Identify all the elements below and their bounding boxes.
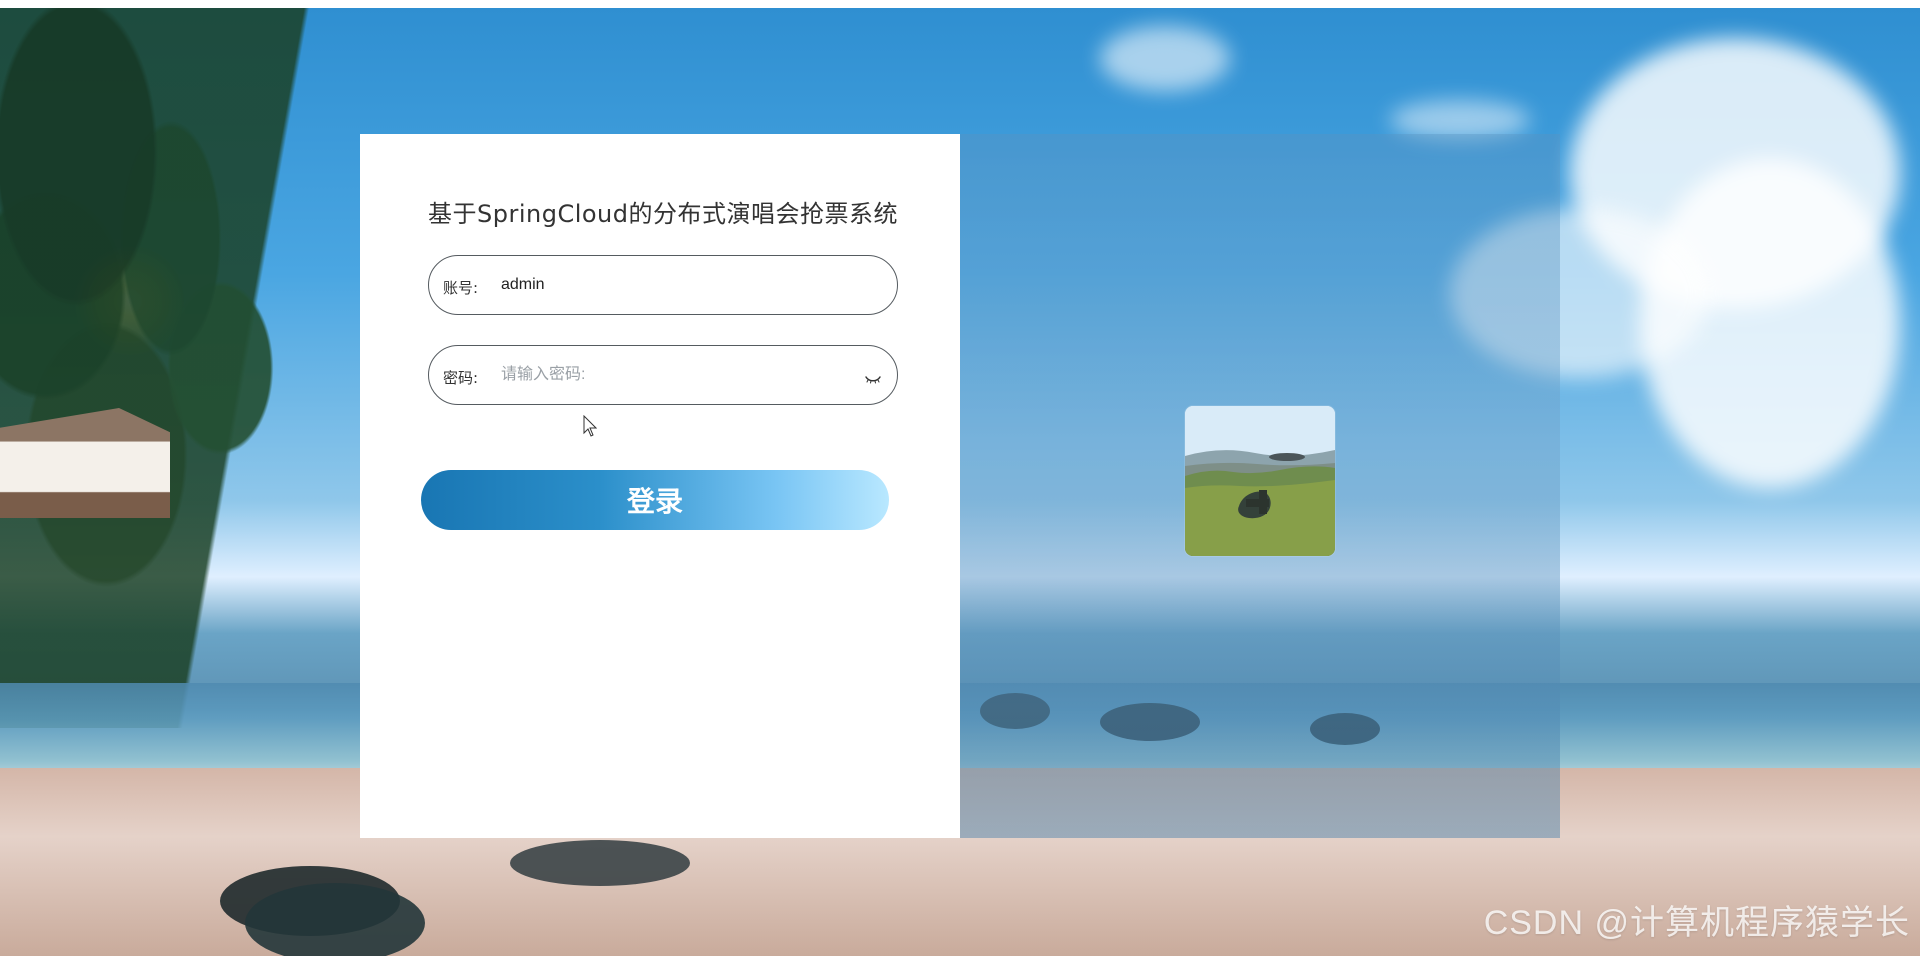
login-page: 基于SpringCloud的分布式演唱会抢票系统 账号: 密码: [0,0,1920,956]
username-input[interactable] [501,256,841,314]
login-window: 基于SpringCloud的分布式演唱会抢票系统 账号: 密码: [360,134,1560,838]
rock [245,883,425,956]
login-button[interactable]: 登录 [421,470,889,530]
hero-pane [960,134,1560,838]
login-pane: 基于SpringCloud的分布式演唱会抢票系统 账号: 密码: [360,134,960,838]
password-input[interactable] [501,346,841,404]
beach-house [0,408,170,518]
rock [510,840,690,886]
username-field[interactable]: 账号: [428,255,898,315]
cursor-icon [583,414,598,437]
cloud [1100,26,1230,91]
watermark: CSDN @计算机程序猿学长 [1483,904,1910,942]
avatar [1185,406,1335,556]
password-field[interactable]: 密码: [428,345,898,405]
top-strip [0,0,1920,8]
page-title: 基于SpringCloud的分布式演唱会抢票系统 [428,200,899,228]
password-label: 密码: [443,369,479,387]
palm-trees [0,8,380,728]
eye-icon[interactable] [865,370,881,384]
username-label: 账号: [443,279,479,297]
